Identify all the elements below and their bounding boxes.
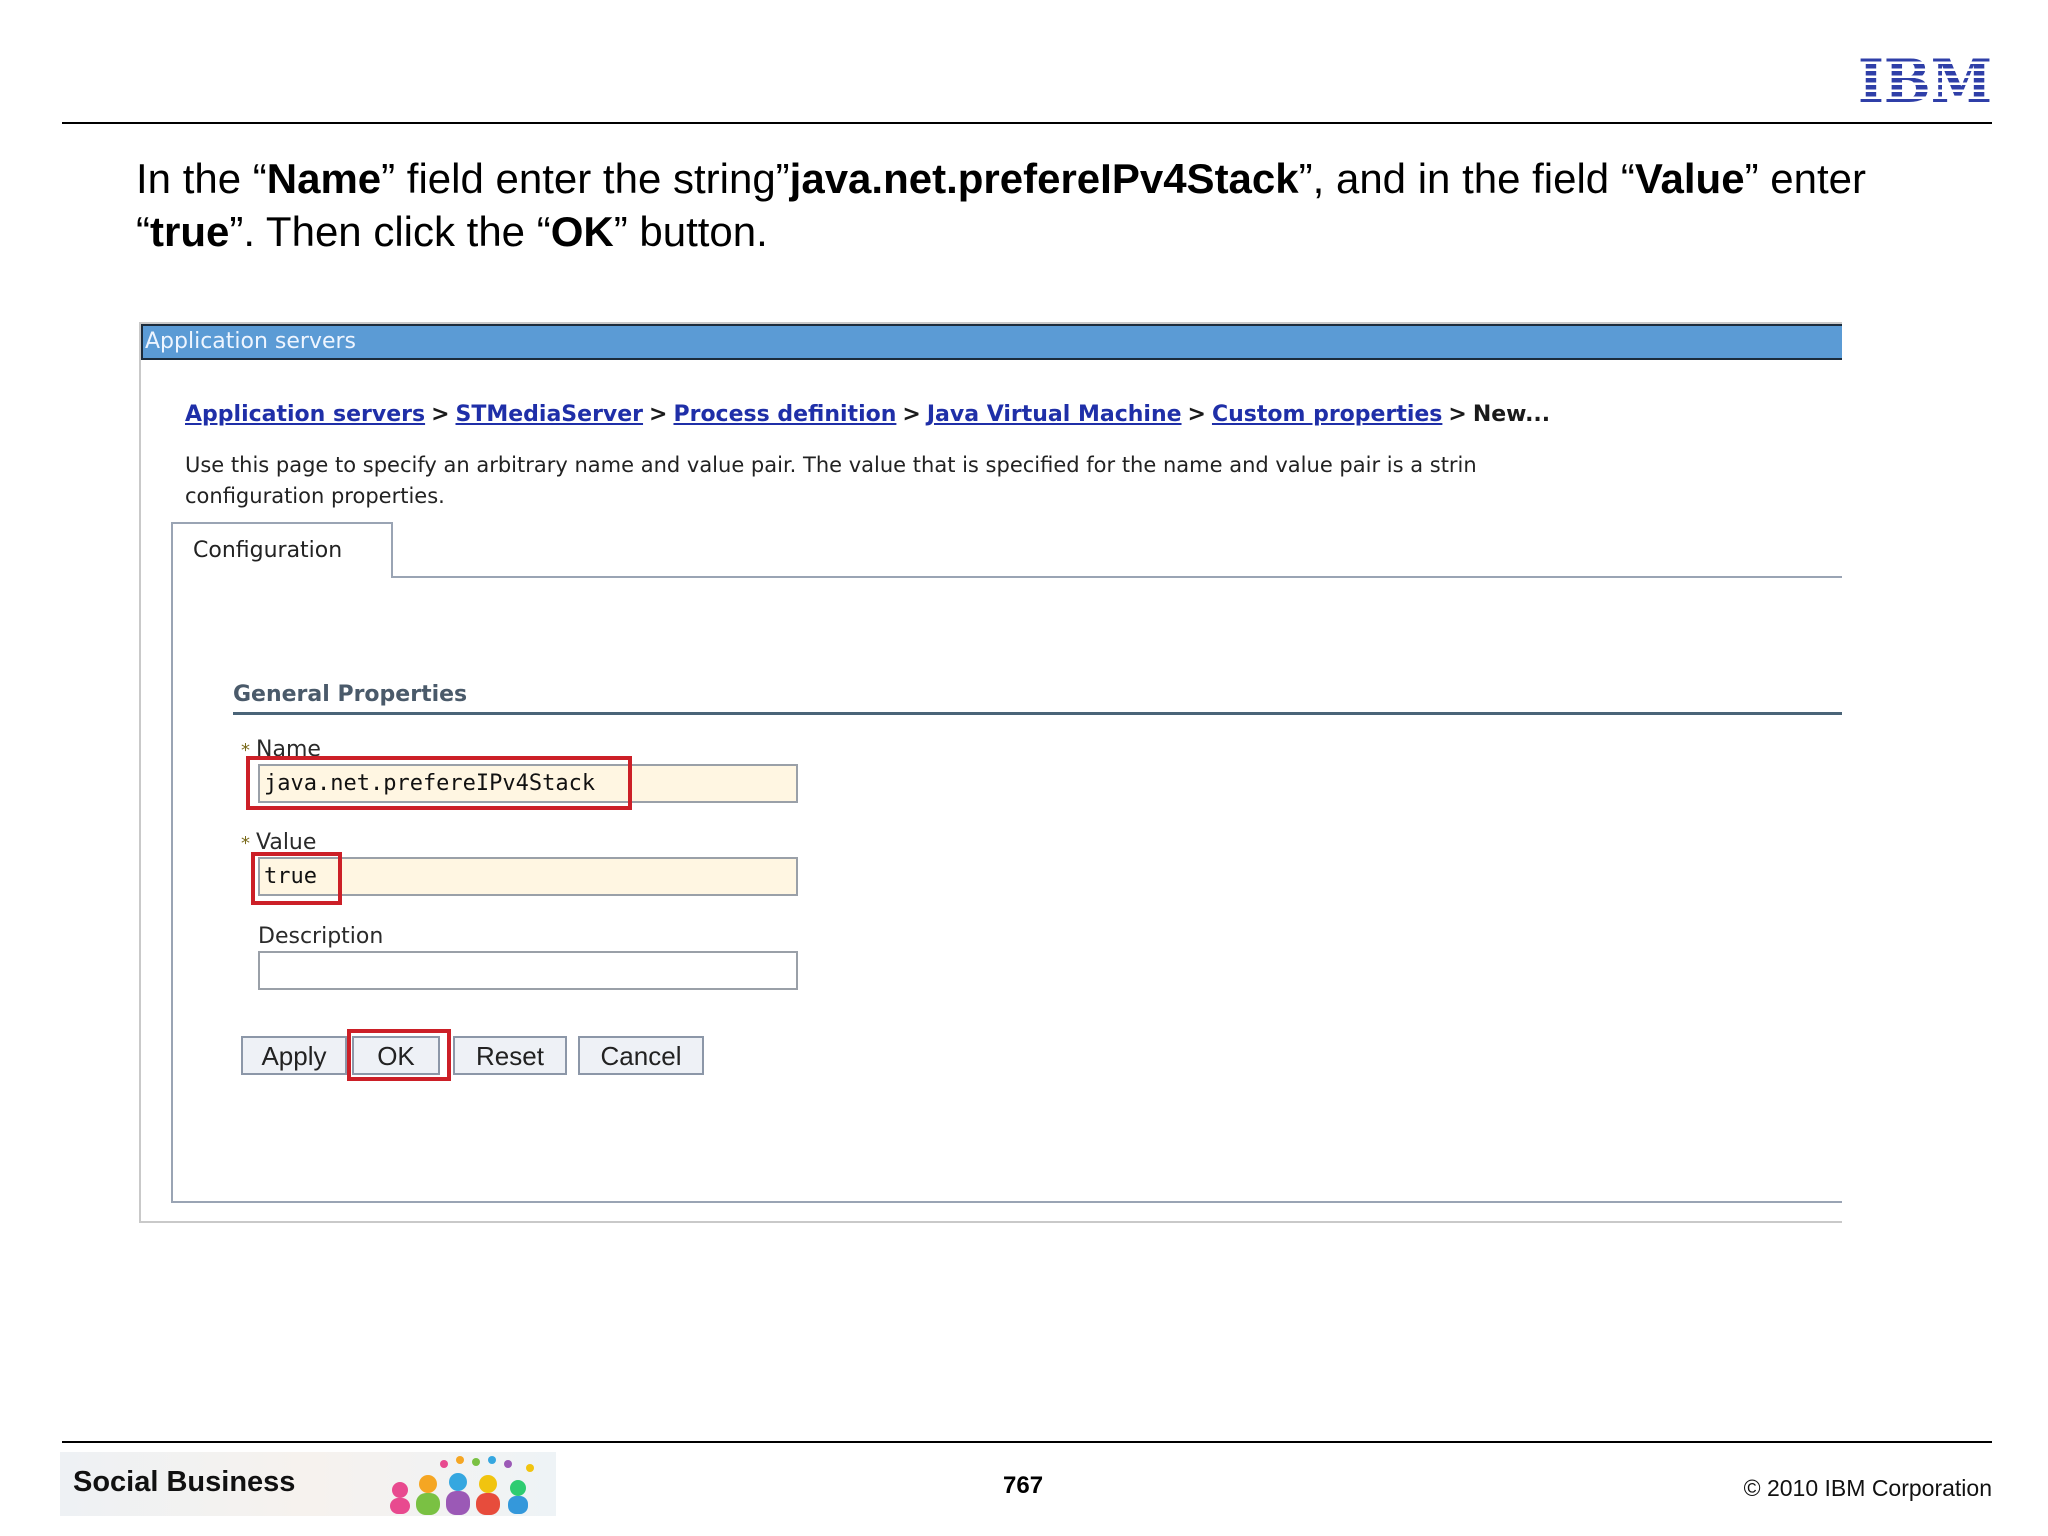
breadcrumb-current: New...	[1472, 402, 1551, 427]
footer-brand: Social Business	[73, 1466, 296, 1498]
footer-rule	[62, 1441, 1992, 1443]
breadcrumb-separator: >	[902, 402, 921, 427]
section-rule	[233, 712, 1842, 715]
name-label: * Name	[241, 737, 321, 762]
required-marker-icon: *	[241, 833, 250, 854]
apply-button[interactable]: Apply	[241, 1036, 347, 1075]
footer-banner: Social Business	[60, 1452, 556, 1516]
page-description-line-1: Use this page to specify an arbitrary na…	[185, 453, 1477, 477]
cancel-button[interactable]: Cancel	[578, 1036, 704, 1075]
value-input[interactable]	[258, 857, 798, 896]
reset-button[interactable]: Reset	[453, 1036, 567, 1075]
description-label: Description	[258, 924, 384, 949]
section-title-general-properties: General Properties	[233, 682, 468, 707]
breadcrumb-separator: >	[1187, 402, 1206, 427]
app-title-bar: Application servers	[141, 324, 1842, 360]
description-input[interactable]	[258, 951, 798, 990]
page-description-line-2: configuration properties.	[185, 484, 445, 508]
breadcrumb-link-java-virtual-machine[interactable]: Java Virtual Machine	[927, 402, 1182, 427]
tab-configuration[interactable]: Configuration	[171, 522, 393, 578]
breadcrumb-link-process-definition[interactable]: Process definition	[673, 402, 896, 427]
ibm-logo-text: IBM	[1858, 50, 1992, 106]
instruction-text: In the “Name” field enter the string”jav…	[136, 155, 1866, 255]
ibm-logo: IBM	[1858, 50, 1992, 106]
breadcrumb-separator: >	[431, 402, 450, 427]
breadcrumb-link-custom-properties[interactable]: Custom properties	[1212, 402, 1442, 427]
breadcrumb-separator: >	[649, 402, 668, 427]
page-number: 767	[1003, 1472, 1044, 1499]
breadcrumb-link-application-servers[interactable]: Application servers	[185, 402, 425, 427]
breadcrumb-link-stmediaserver[interactable]: STMediaServer	[456, 402, 644, 427]
console-screenshot: Application servers Application servers >…	[139, 322, 1842, 1223]
breadcrumb: Application servers > STMediaServer > Proces…	[185, 402, 1550, 427]
copyright-text: © 2010 IBM Corporation	[1743, 1475, 1992, 1501]
ok-button[interactable]: OK	[352, 1036, 440, 1075]
people-illustration-icon	[390, 1456, 534, 1515]
required-marker-icon: *	[241, 740, 250, 761]
value-label: * Value	[241, 830, 317, 855]
breadcrumb-separator: >	[1448, 402, 1467, 427]
page-description: Use this page to specify an arbitrary na…	[185, 450, 1842, 512]
header-rule	[62, 122, 1992, 124]
tab-strip-line	[393, 576, 1842, 578]
name-input[interactable]	[258, 764, 798, 803]
